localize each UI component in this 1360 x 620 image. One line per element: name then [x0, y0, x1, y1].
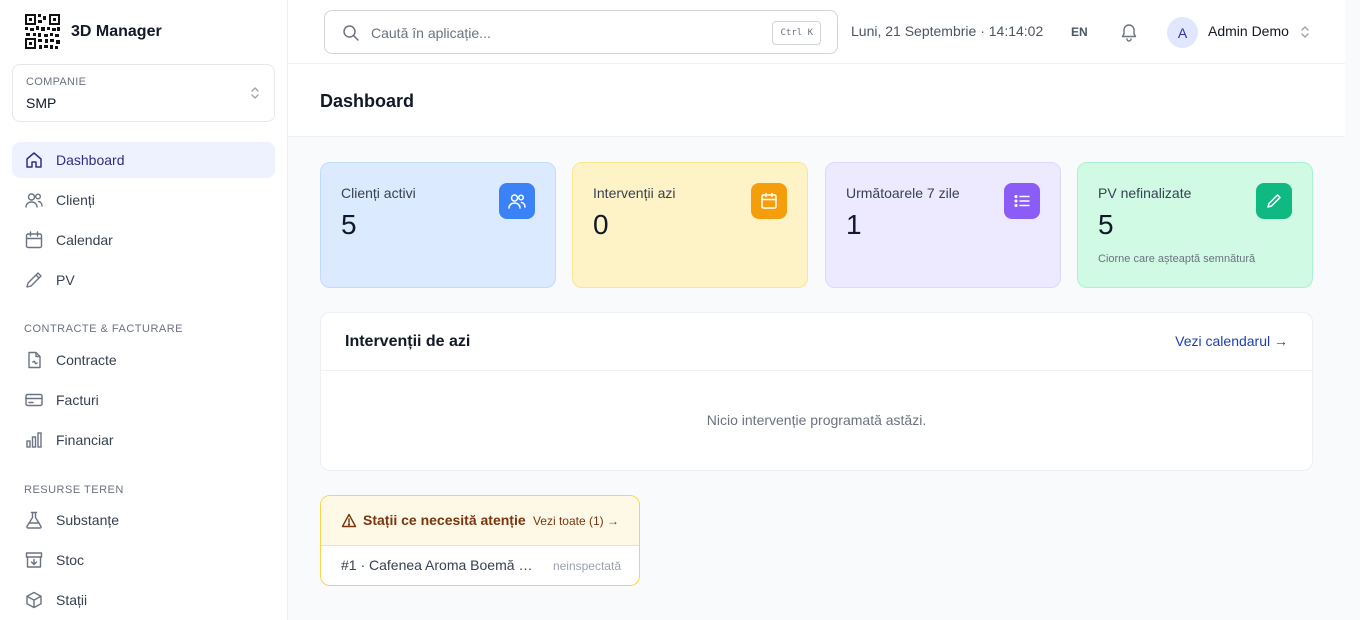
flask-icon [24, 510, 44, 530]
alert-header: Stații ce necesită atenție Vezi toate (1… [321, 496, 639, 546]
stat-label: Intervenții azi [593, 185, 676, 201]
search-box[interactable]: Ctrl K [324, 10, 838, 54]
current-datetime: Luni, 21 Septembrie · 14:14:02 [851, 23, 1044, 39]
bell-icon[interactable] [1120, 22, 1138, 42]
chevron-up-down-icon [250, 86, 260, 100]
sidebar-item-facturi[interactable]: Facturi [12, 382, 275, 418]
sidebar-item-pv[interactable]: PV [12, 262, 275, 298]
topbar: Ctrl K Luni, 21 Septembrie · 14:14:02 EN… [288, 0, 1345, 64]
sidebar-item-label: Dashboard [56, 152, 125, 168]
stat-card-pv-nefinalizate[interactable]: PV nefinalizate 5 Ciorne care așteaptă s… [1077, 162, 1313, 288]
company-selector[interactable]: COMPANIE SMP [12, 64, 275, 122]
home-icon [24, 150, 44, 170]
stat-label: PV nefinalizate [1098, 185, 1192, 201]
sidebar-item-label: PV [56, 272, 75, 288]
view-all-link[interactable]: Vezi toate (1) → [533, 514, 619, 528]
list-item[interactable]: #1 · Cafenea Aroma Boemă S... neinspecta… [341, 557, 621, 577]
sidebar-item-label: Stații [56, 592, 88, 608]
sidebar-item-label: Substanțe [56, 512, 120, 528]
stations-attention-card: Stații ce necesită atenție Vezi toate (1… [320, 495, 640, 586]
list-icon [1004, 183, 1040, 219]
company-label: COMPANIE [26, 76, 87, 88]
brand[interactable]: 3D Manager [24, 13, 162, 50]
credit-card-icon [24, 390, 44, 410]
calendar-icon [24, 230, 44, 250]
sidebar-item-label: Contracte [56, 352, 117, 368]
company-value: SMP [26, 95, 57, 111]
stat-label: Clienți activi [341, 185, 416, 201]
stat-value: 5 [1098, 209, 1114, 240]
stat-value: 1 [846, 209, 862, 240]
today-interventions-panel: Intervenții de azi Vezi calendarul → Nic… [320, 312, 1313, 471]
sidebar-item-label: Financiar [56, 432, 114, 448]
sidebar-item-statii[interactable]: Stații [12, 582, 275, 618]
page-header: Dashboard [288, 64, 1345, 137]
sidebar: 3D Manager COMPANIE SMP Dashboard Clienț… [0, 0, 288, 620]
search-icon [342, 24, 360, 42]
stat-subtitle: Ciorne care așteaptă semnătură [1098, 253, 1256, 265]
pencil-icon [1256, 183, 1292, 219]
sidebar-item-financiar[interactable]: Financiar [12, 422, 275, 458]
contract-icon [24, 350, 44, 370]
panel-title: Intervenții de azi [345, 333, 471, 350]
search-input[interactable] [371, 23, 751, 43]
empty-state-text: Nicio intervenție programată astăzi. [706, 412, 927, 428]
sidebar-item-label: Facturi [56, 392, 99, 408]
stat-label: Următoarele 7 zile [846, 185, 960, 201]
brand-name: 3D Manager [71, 22, 162, 40]
stat-card-clienti-activi[interactable]: Clienți activi 5 [320, 162, 556, 288]
status-badge: neinspectată [552, 559, 621, 573]
stat-card-urmatoarele-7-zile[interactable]: Următoarele 7 zile 1 [825, 162, 1061, 288]
sidebar-item-calendar[interactable]: Calendar [12, 222, 275, 258]
sidebar-item-label: Clienți [56, 192, 95, 208]
station-name: #1 · Cafenea Aroma Boemă S... [341, 557, 537, 573]
language-switcher[interactable]: EN [1071, 25, 1088, 39]
qr-code-icon [24, 13, 61, 50]
view-calendar-link[interactable]: Vezi calendarul → [1175, 333, 1288, 349]
sidebar-item-substante[interactable]: Substanțe [12, 502, 275, 538]
cube-icon [24, 590, 44, 610]
stat-value: 0 [593, 209, 609, 240]
user-name[interactable]: Admin Demo [1208, 23, 1289, 39]
avatar[interactable]: A [1167, 17, 1198, 48]
sidebar-item-clienti[interactable]: Clienți [12, 182, 275, 218]
sidebar-item-label: Stoc [56, 552, 85, 568]
page-title: Dashboard [320, 91, 415, 111]
archive-icon [24, 550, 44, 570]
sidebar-item-stoc[interactable]: Stoc [12, 542, 275, 578]
keyboard-shortcut: Ctrl K [772, 21, 821, 45]
sidebar-section-title: RESURSE TEREN [24, 484, 124, 496]
bar-chart-icon [24, 430, 44, 450]
sidebar-item-dashboard[interactable]: Dashboard [12, 142, 275, 178]
stat-value: 5 [341, 209, 357, 240]
pencil-icon [24, 270, 44, 290]
alert-title: Stații ce necesită atenție [363, 512, 526, 528]
sidebar-section-title: CONTRACTE & FACTURARE [24, 323, 184, 335]
calendar-icon [751, 183, 787, 219]
chevron-up-down-icon[interactable] [1300, 25, 1310, 39]
stat-card-interventii-azi[interactable]: Intervenții azi 0 [572, 162, 808, 288]
divider [321, 370, 1312, 371]
sidebar-item-label: Calendar [56, 232, 113, 248]
warning-icon [341, 513, 357, 528]
users-icon [24, 190, 44, 210]
sidebar-item-contracte[interactable]: Contracte [12, 342, 275, 378]
users-icon [499, 183, 535, 219]
